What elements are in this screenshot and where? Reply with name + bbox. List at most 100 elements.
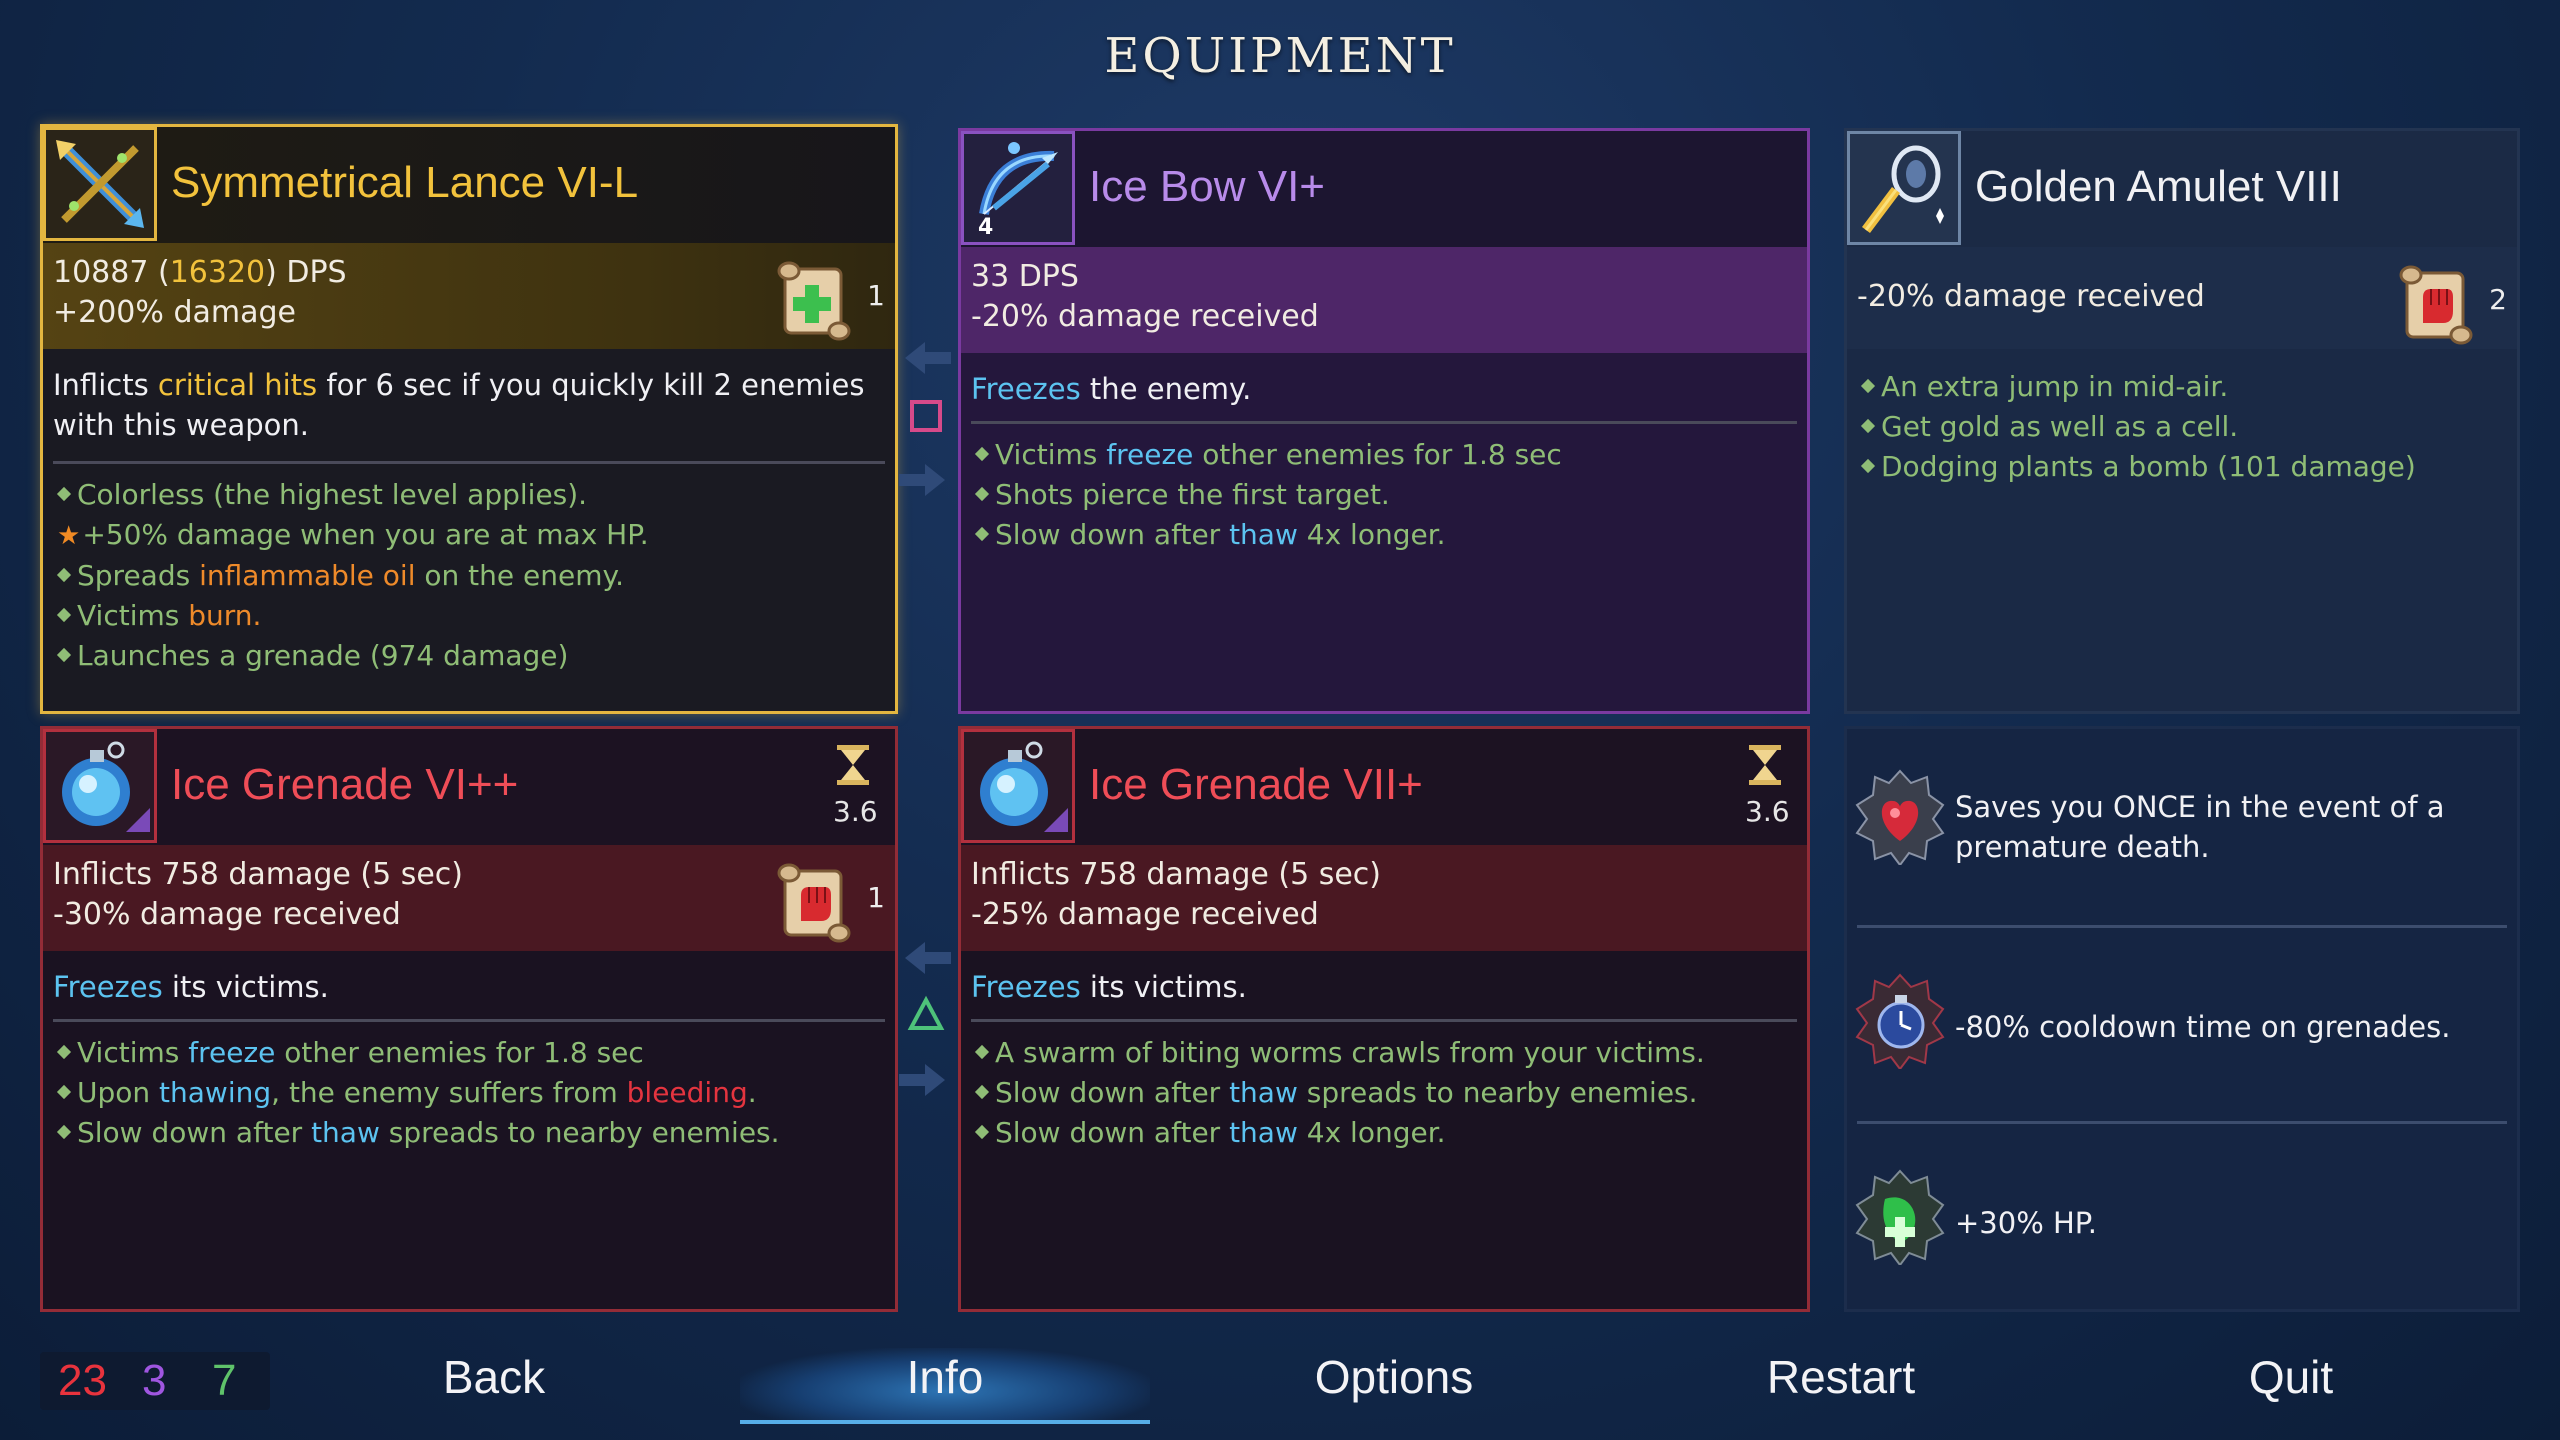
dps-crit-value: 16320 [169, 255, 266, 290]
lance-icon [43, 127, 157, 241]
options-button[interactable]: Options [1264, 1350, 1524, 1404]
divider [971, 421, 1797, 424]
clock-mutation-icon [1855, 973, 1945, 1069]
main-effect: Freezes its victims. [971, 970, 1247, 1004]
stat-line: -20% damage received [1857, 279, 2205, 314]
affix-item: A swarm of biting worms crawls from your… [971, 1033, 1797, 1073]
swap-arrows-icon[interactable] [895, 330, 955, 510]
main-effect: Freezes its victims. [53, 970, 329, 1004]
item-header: 4 Ice Bow VI+ [961, 131, 1807, 247]
square-button-icon [910, 400, 942, 432]
divider [1857, 1121, 2507, 1124]
amulet-slot[interactable]: Golden Amulet VIII -20% damage received … [1844, 128, 2520, 714]
item-name: Symmetrical Lance VI-L [171, 158, 639, 207]
divider [53, 461, 885, 464]
scroll-count: 1 [867, 881, 885, 914]
hourglass-icon [837, 745, 869, 785]
affix-list: Colorless (the highest level applies). ★… [53, 475, 885, 676]
mutation-desc: Saves you ONCE in the event of a prematu… [1955, 790, 2445, 864]
affix-item: Slow down after thaw 4x longer. [971, 1113, 1797, 1153]
affix-item: Get gold as well as a cell. [1857, 407, 2507, 447]
mutations-panel: Saves you ONCE in the event of a prematu… [1844, 726, 2520, 1312]
bottom-menu-bar: 23 3 7 Back Info Options Restart Quit [0, 1330, 2560, 1440]
affix-item: Slow down after thaw spreads to nearby e… [971, 1073, 1797, 1113]
star-icon: ★ [57, 521, 81, 551]
affix-item: Shots pierce the first target. [971, 475, 1797, 515]
weapon-slot-1[interactable]: Symmetrical Lance VI-L 10887 (16320) DPS… [40, 124, 898, 714]
affix-item: An extra jump in mid-air. [1857, 367, 2507, 407]
dps-line: 33 DPS [971, 259, 1079, 294]
info-tab[interactable]: Info [815, 1350, 1075, 1404]
mutation-item[interactable]: Saves you ONCE in the event of a prematu… [1847, 729, 2517, 909]
golden-amulet-icon [1847, 131, 1961, 245]
item-stats: Inflicts 758 damage (5 sec) -25% damage … [961, 845, 1807, 951]
screen-title: EQUIPMENT [1104, 28, 1456, 84]
affix-item: ★+50% damage when you are at max HP. [57, 518, 649, 551]
affix-item: Spreads inflammable oil on the enemy. [53, 556, 885, 596]
brutality-count: 23 [58, 1356, 107, 1405]
back-button[interactable]: Back [364, 1350, 624, 1404]
affix-item: Dodging plants a bomb (101 damage) [1857, 447, 2507, 487]
quit-button[interactable]: Quit [2161, 1350, 2421, 1404]
affix-item: Slow down after thaw 4x longer. [971, 515, 1797, 555]
affix-item: Victims freeze other enemies for 1.8 sec [971, 435, 1797, 475]
item-name: Ice Grenade VII+ [1089, 760, 1423, 809]
scroll-stat-counter: 23 3 7 [40, 1352, 270, 1410]
dps-line: 10887 (16320) DPS [53, 255, 347, 290]
cooldown: 3.6 [1745, 743, 1790, 828]
affix-item: Upon thawing, the enemy suffers from ble… [53, 1073, 885, 1113]
ice-grenade-icon [961, 729, 1075, 843]
scroll-brutality-icon [2399, 265, 2473, 345]
level-badge: 4 [978, 215, 994, 240]
triangle-button-icon [907, 995, 945, 1030]
mutation-item[interactable]: -80% cooldown time on grenades. [1847, 929, 2517, 1109]
affix-list: Victims freeze other enemies for 1.8 sec… [971, 435, 1797, 555]
affix-item: Colorless (the highest level applies). [53, 475, 885, 515]
item-header: Golden Amulet VIII [1847, 131, 2517, 247]
item-header: Symmetrical Lance VI-L [43, 127, 895, 243]
restart-button[interactable]: Restart [1711, 1350, 1971, 1404]
cooldown-value: 3.6 [1745, 795, 1790, 828]
divider [53, 1019, 885, 1022]
mutation-desc: -80% cooldown time on grenades. [1955, 1010, 2451, 1044]
skill-slot-1[interactable]: Ice Grenade VI++ 3.6 Inflicts 758 damage… [40, 726, 898, 1312]
item-stats: 33 DPS -20% damage received [961, 247, 1807, 353]
stat-line: -25% damage received [971, 897, 1319, 932]
affix-list: An extra jump in mid-air. Get gold as we… [1857, 367, 2507, 487]
affix-item: Victims burn. [53, 596, 885, 636]
heart-mutation-icon [1855, 769, 1945, 865]
divider [971, 1019, 1797, 1022]
scroll-survival-icon [777, 261, 851, 341]
item-name: Golden Amulet VIII [1975, 162, 2342, 211]
stat-line: -20% damage received [971, 299, 1319, 334]
cooldown-value: 3.6 [833, 795, 878, 828]
affix-list: A swarm of biting worms crawls from your… [971, 1033, 1797, 1153]
item-header: Ice Grenade VII+ 3.6 [961, 729, 1807, 845]
main-effect: Inflicts critical hits for 6 sec if you … [53, 368, 865, 442]
stat-line: Inflicts 758 damage (5 sec) [53, 857, 463, 892]
tactics-count: 3 [142, 1356, 167, 1405]
affix-item: Victims freeze other enemies for 1.8 sec [53, 1033, 885, 1073]
stat-line: -30% damage received [53, 897, 401, 932]
weapon-slot-2[interactable]: 4 Ice Bow VI+ 33 DPS -20% damage receive… [958, 128, 1810, 714]
affix-item: Launches a grenade (974 damage) [53, 636, 885, 676]
cooldown: 3.6 [833, 743, 878, 828]
item-stats: -20% damage received 2 [1847, 247, 2517, 349]
swap-arrows-icon[interactable] [895, 930, 955, 1110]
scroll-count: 1 [867, 279, 885, 312]
skill-slot-2[interactable]: Ice Grenade VII+ 3.6 Inflicts 758 damage… [958, 726, 1810, 1312]
scroll-brutality-icon [777, 863, 851, 943]
stat-line: Inflicts 758 damage (5 sec) [971, 857, 1381, 892]
main-effect: Freezes the enemy. [971, 372, 1252, 406]
mutation-desc: +30% HP. [1955, 1206, 2097, 1240]
affix-item: Slow down after thaw spreads to nearby e… [53, 1113, 885, 1153]
affix-list: Victims freeze other enemies for 1.8 sec… [53, 1033, 885, 1153]
item-name: Ice Bow VI+ [1089, 162, 1326, 211]
item-header: Ice Grenade VI++ 3.6 [43, 729, 895, 845]
item-stats: 10887 (16320) DPS +200% damage 1 [43, 243, 895, 349]
ice-bow-icon: 4 [961, 131, 1075, 245]
mutation-item[interactable]: +30% HP. [1847, 1125, 2517, 1305]
item-stats: Inflicts 758 damage (5 sec) -30% damage … [43, 845, 895, 951]
divider [1857, 925, 2507, 928]
hourglass-icon [1749, 745, 1781, 785]
